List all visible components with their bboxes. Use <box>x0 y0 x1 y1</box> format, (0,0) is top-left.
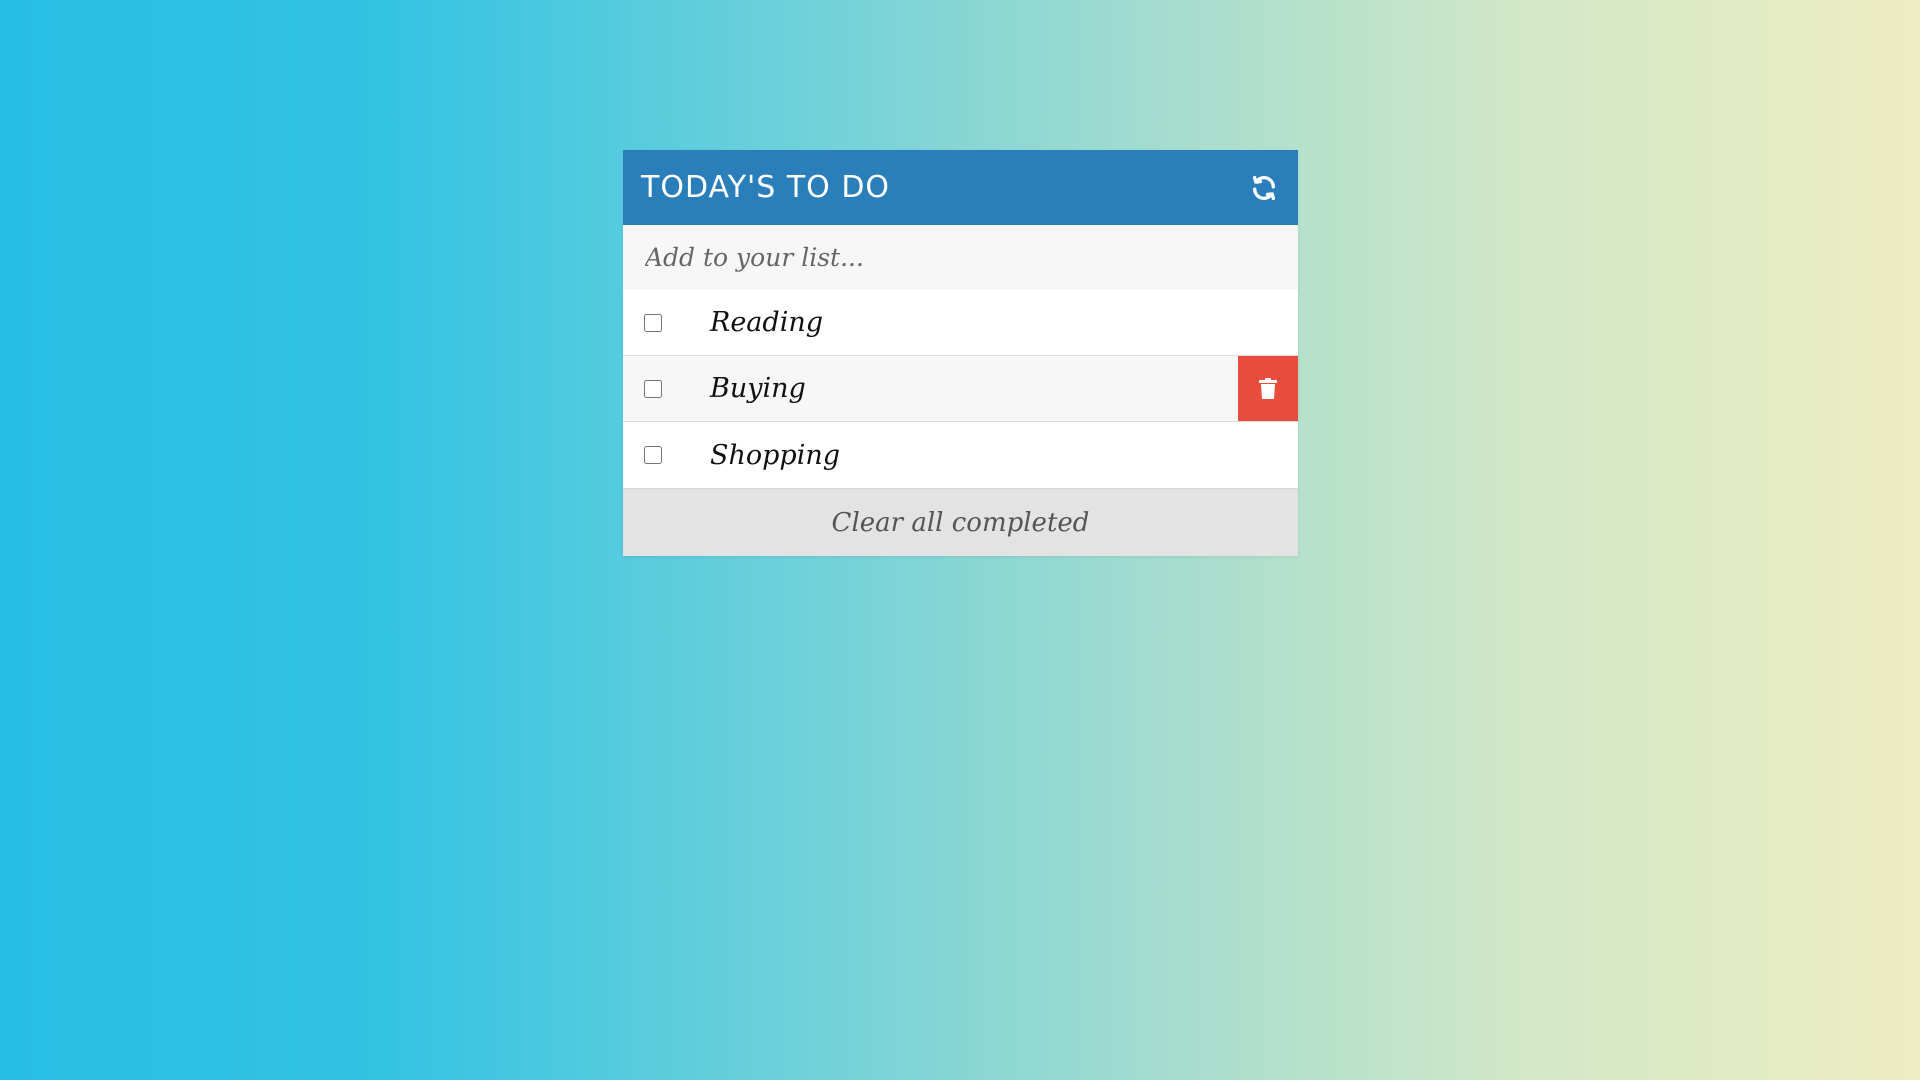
trash-icon <box>1259 377 1277 399</box>
refresh-icon[interactable] <box>1248 172 1280 204</box>
todo-label: Shopping <box>710 439 841 471</box>
todo-item-buying[interactable]: Buying <box>623 356 1298 422</box>
todo-checkbox[interactable] <box>644 379 662 398</box>
todo-list: Reading Buying Shopping <box>623 290 1298 488</box>
todo-checkbox[interactable] <box>644 446 662 464</box>
todo-label: Buying <box>710 373 806 404</box>
clear-completed-button[interactable]: Clear all completed <box>623 488 1298 556</box>
add-todo-input[interactable] <box>623 225 1298 290</box>
todo-item-shopping[interactable]: Shopping <box>623 422 1298 488</box>
delete-button[interactable] <box>1238 356 1298 421</box>
todo-checkbox[interactable] <box>644 313 662 332</box>
clear-completed-label: Clear all completed <box>831 507 1090 538</box>
todo-header: TODAY'S TO DO <box>623 150 1298 225</box>
page-title: TODAY'S TO DO <box>641 170 891 205</box>
todo-label: Reading <box>710 307 823 338</box>
todo-card: TODAY'S TO DO Reading Buying <box>623 150 1298 556</box>
todo-item-reading[interactable]: Reading <box>623 290 1298 356</box>
